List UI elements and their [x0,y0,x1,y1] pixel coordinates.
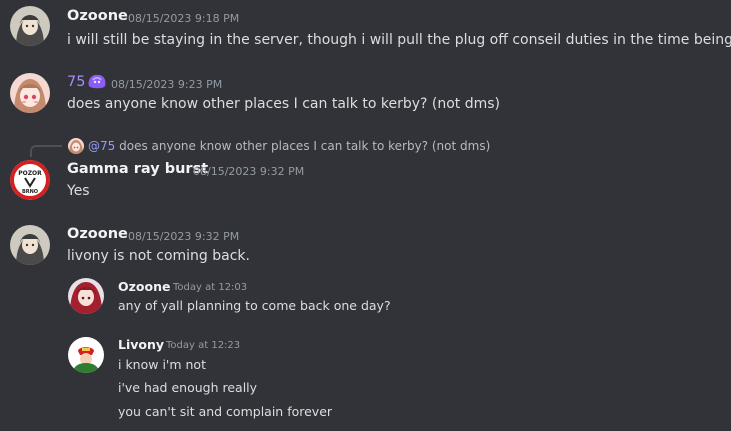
username[interactable]: Ozoone [67,8,128,24]
message-text: i know i'm not [118,357,206,372]
svg-text:POZOR: POZOR [18,170,42,177]
timestamp: 08/15/2023 9:18 PM [128,12,240,25]
pink-hair-avatar [68,138,84,154]
message-text: any of yall planning to come back one da… [118,298,391,313]
timestamp: 08/15/2023 9:32 PM [128,230,240,243]
avatar[interactable]: POZOR BRNO [10,160,50,200]
avatar [68,278,104,314]
username: Ozoone [118,279,171,294]
chat-log: Ozoone 08/15/2023 9:18 PM i will still b… [0,0,731,431]
livony-flag-avatar [68,337,104,373]
username[interactable]: Ozoone [67,226,128,242]
message-text: you can't sit and complain forever [118,404,333,419]
red-hair-avatar [68,278,104,314]
reply-preview[interactable]: @75 does anyone know other places I can … [88,139,490,153]
timestamp: Today at 12:03 [173,282,248,293]
avatar[interactable] [10,6,50,46]
reply-mention[interactable]: @75 [88,139,115,153]
timestamp: 08/15/2023 9:32 PM [193,165,305,178]
message-text: i've had enough really [118,380,258,395]
anime-girl-avatar [10,225,50,265]
reply-connector [30,145,62,157]
anime-girl-avatar [10,6,50,46]
pozor-brno-badge-avatar: POZOR BRNO [10,160,50,200]
username: Livony [118,337,165,352]
timestamp: Today at 12:23 [166,340,241,351]
svg-text:BRNO: BRNO [22,189,38,195]
purple-blob-emoji-icon [87,72,107,90]
message-text: livony is not coming back. [67,248,250,264]
reply-avatar[interactable] [68,138,84,154]
avatar[interactable] [10,225,50,265]
username[interactable]: Gamma ray burst [67,161,208,177]
timestamp: 08/15/2023 9:23 PM [111,78,223,91]
pink-hair-avatar [10,73,50,113]
avatar[interactable] [10,73,50,113]
username[interactable]: 75 [67,74,85,90]
message-text: does anyone know other places I can talk… [67,96,501,112]
message-text: Yes [67,183,90,199]
message-text: i will still be staying in the server, t… [67,32,731,48]
avatar [68,337,104,373]
reply-text: does anyone know other places I can talk… [119,139,491,153]
